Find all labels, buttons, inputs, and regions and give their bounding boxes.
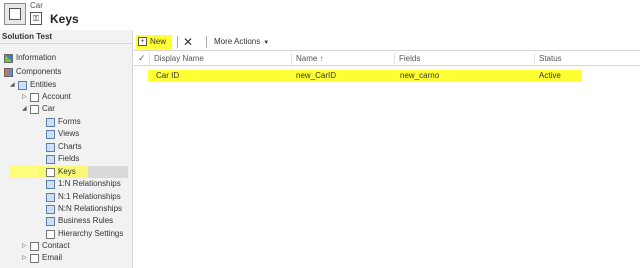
key-icon: [46, 167, 55, 177]
collapse-icon[interactable]: ▷: [22, 91, 30, 103]
tree-item-forms[interactable]: Forms: [46, 116, 81, 128]
column-divider: [149, 53, 150, 65]
entities-icon: [18, 80, 27, 90]
new-button[interactable]: + New: [138, 36, 166, 48]
fields-icon: [46, 154, 55, 164]
tree-item-car[interactable]: ◢ Car: [22, 103, 55, 115]
collapse-icon[interactable]: ▷: [22, 240, 30, 252]
solution-title: Solution Test: [2, 32, 53, 41]
contact-icon: [30, 241, 39, 251]
expand-icon[interactable]: ◢: [22, 103, 30, 115]
breadcrumb[interactable]: Car: [30, 1, 43, 10]
column-divider: [394, 53, 395, 65]
divider: [0, 43, 132, 44]
account-icon: [30, 92, 39, 102]
tree-item-views[interactable]: Views: [46, 128, 79, 140]
email-icon: [30, 253, 39, 263]
collapse-icon[interactable]: ▷: [22, 252, 30, 264]
relationship-icon: [46, 179, 55, 189]
forms-icon: [46, 117, 55, 127]
cell-status: Active: [539, 71, 561, 80]
command-bar: + New ✕ More Actions ▼: [134, 33, 640, 51]
tree-item-hierarchy-settings[interactable]: Hierarchy Settings: [46, 228, 123, 240]
divider: [206, 36, 207, 48]
relationship-icon: [46, 204, 55, 214]
column-header-status[interactable]: Status: [539, 54, 562, 64]
tree-item-components[interactable]: Components: [4, 66, 61, 78]
hierarchy-icon: [46, 229, 55, 239]
key-icon: ⚿: [30, 12, 42, 25]
divider: [134, 50, 640, 51]
column-header-fields[interactable]: Fields: [399, 54, 420, 64]
new-icon: +: [138, 37, 147, 47]
tree-item-keys[interactable]: Keys: [46, 166, 76, 178]
main-panel: + New ✕ More Actions ▼ ✓ Display Name Name…: [134, 30, 640, 268]
business-rules-icon: [46, 216, 55, 226]
table-row[interactable]: Car ID new_CarID new_carno Active: [148, 70, 582, 82]
grid-header: ✓ Display Name Name ↑ Fields Status: [134, 52, 640, 66]
tree-item-nn-relationships[interactable]: N:N Relationships: [46, 203, 122, 215]
car-entity-icon: [30, 104, 39, 114]
page-header: Car ⚿ Keys: [0, 0, 640, 30]
delete-button[interactable]: ✕: [183, 35, 193, 49]
cell-name: new_CarID: [296, 71, 337, 80]
components-icon: [4, 67, 13, 77]
cell-display-name[interactable]: Car ID: [156, 70, 179, 82]
tree-item-account[interactable]: ▷ Account: [22, 91, 71, 103]
tree-item-email[interactable]: ▷ Email: [22, 252, 62, 264]
page-title: Keys: [50, 12, 79, 26]
information-icon: [4, 53, 13, 63]
column-divider: [534, 53, 535, 65]
tree-item-1n-relationships[interactable]: 1:N Relationships: [46, 178, 121, 190]
select-all-checkbox[interactable]: ✓: [138, 53, 146, 64]
column-header-display-name[interactable]: Display Name: [154, 54, 204, 64]
divider: [177, 36, 178, 48]
expand-icon[interactable]: ◢: [10, 79, 18, 91]
column-divider: [291, 53, 292, 65]
entity-icon: [4, 3, 26, 25]
tree-item-information[interactable]: Information: [4, 52, 56, 64]
chevron-down-icon: ▼: [263, 40, 270, 46]
tree-item-entities[interactable]: ◢ Entities: [10, 79, 56, 91]
tree-item-fields[interactable]: Fields: [46, 153, 79, 165]
tree-item-charts[interactable]: Charts: [46, 141, 82, 153]
tree-item-contact[interactable]: ▷ Contact: [22, 240, 70, 252]
cell-fields: new_carno: [400, 71, 440, 80]
charts-icon: [46, 142, 55, 152]
tree-item-business-rules[interactable]: Business Rules: [46, 215, 113, 227]
tree-item-n1-relationships[interactable]: N:1 Relationships: [46, 191, 121, 203]
views-icon: [46, 129, 55, 139]
column-header-name[interactable]: Name ↑: [296, 54, 324, 64]
more-actions-button[interactable]: More Actions ▼: [214, 36, 269, 49]
relationship-icon: [46, 192, 55, 202]
